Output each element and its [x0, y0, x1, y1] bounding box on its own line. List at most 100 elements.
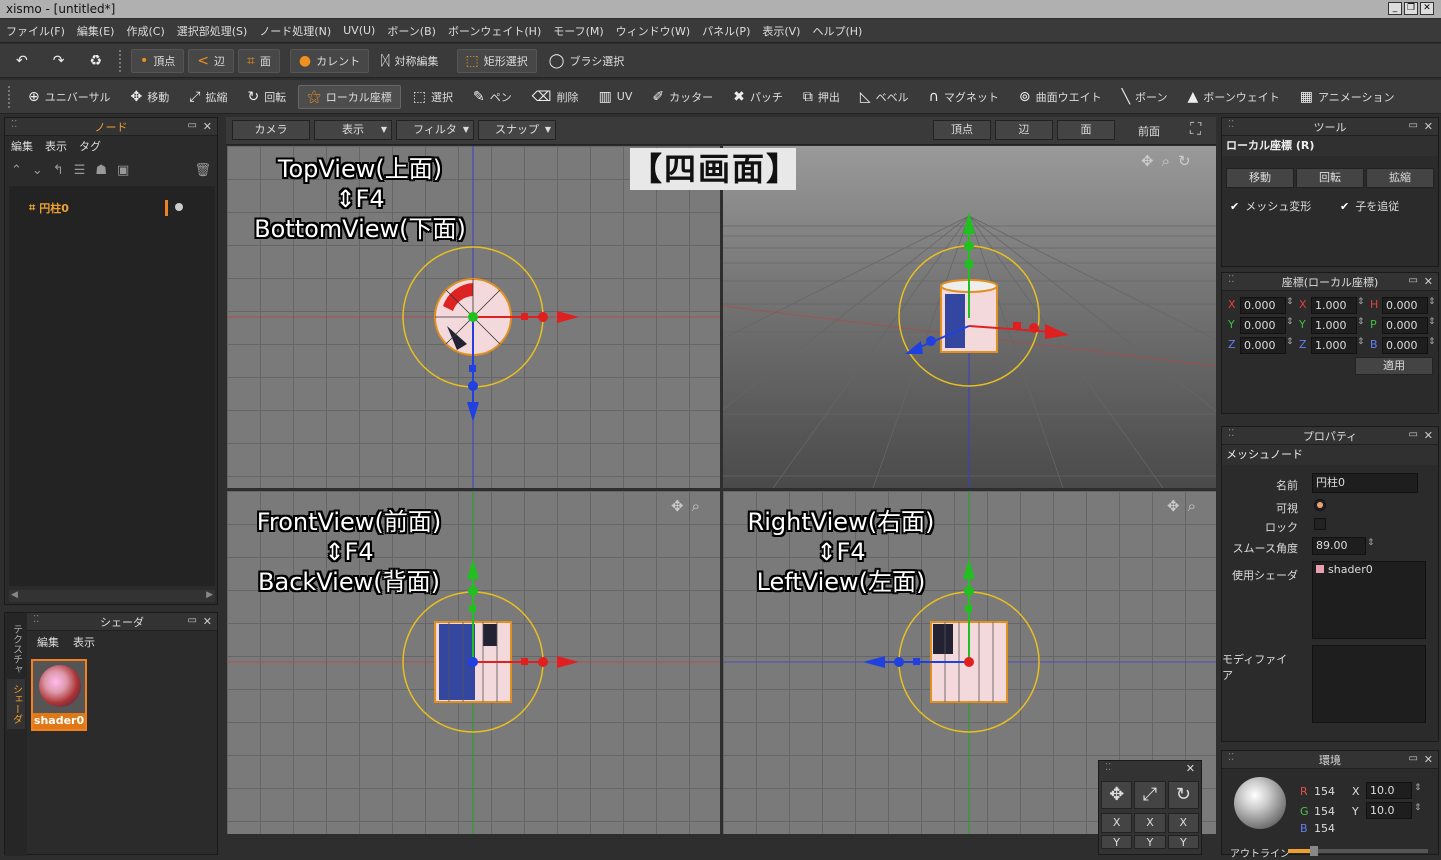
group-icon[interactable]: ☗ [95, 163, 107, 178]
tool-patch[interactable]: ✖ パッチ [725, 85, 791, 109]
node-menu-edit[interactable]: 編集 [11, 138, 33, 154]
close-icon[interactable]: ✕ [1186, 762, 1195, 775]
spinner-icon[interactable]: ⇕ [1286, 297, 1294, 307]
light-x-field[interactable]: 10.0 [1366, 782, 1412, 799]
minimize-icon[interactable]: ▭ [1409, 753, 1418, 764]
panel-grip-icon[interactable]: ⁚⁚ [1228, 274, 1234, 285]
visible-dot-icon[interactable] [175, 203, 183, 211]
menu-selection[interactable]: 選択部処理(S) [177, 23, 248, 39]
nav-axis-y[interactable]: Y [1101, 835, 1133, 849]
current-button[interactable]: ● カレント [289, 48, 370, 73]
spinner-icon[interactable]: ⇕ [1357, 317, 1365, 327]
menu-help[interactable]: ヘルプ(H) [812, 23, 862, 39]
pos-z-field[interactable]: 0.000 [1240, 337, 1286, 354]
shader-thumbnail[interactable]: shader0 [31, 659, 87, 731]
nav-axis-x[interactable]: X [1101, 813, 1133, 833]
minimize-icon[interactable]: ▭ [188, 120, 197, 131]
nav-rotate-button[interactable]: ↻ [1167, 781, 1199, 809]
rot-b-field[interactable]: 0.000 [1382, 337, 1428, 354]
tool-cutter[interactable]: ✐ カッター [644, 85, 721, 109]
spinner-icon[interactable]: ⇕ [1286, 317, 1294, 327]
node-menu-view[interactable]: 表示 [45, 138, 67, 154]
spinner-icon[interactable]: ⇕ [1428, 317, 1436, 327]
tool-bevel[interactable]: ◺ ベベル [852, 85, 917, 109]
scale-z-field[interactable]: 1.000 [1311, 337, 1357, 354]
menu-file[interactable]: ファイル(F) [6, 23, 65, 39]
rot-p-field[interactable]: 0.000 [1382, 317, 1428, 334]
panel-grip-icon[interactable]: ⁚⁚ [11, 119, 17, 130]
minimize-icon[interactable]: ▭ [188, 615, 197, 626]
camera-button[interactable]: カメラ [232, 120, 310, 140]
menu-panel[interactable]: パネル(P) [702, 23, 750, 39]
spinner-icon[interactable]: ⇕ [1286, 337, 1294, 347]
spinner-icon[interactable]: ⇕ [1414, 783, 1422, 793]
spinner-icon[interactable]: ⇕ [1414, 803, 1422, 813]
panel-grip-icon[interactable]: ⁚⁚ [1228, 752, 1234, 763]
close-button[interactable]: ✕ [1420, 2, 1434, 15]
nav-axis-y[interactable]: Y [1134, 835, 1166, 849]
nav-pan-button[interactable]: ✥ [1101, 781, 1133, 809]
used-shader-item[interactable]: shader0 [1328, 563, 1373, 576]
tool-bone-weight[interactable]: ▲ ボーンウェイト [1180, 85, 1288, 109]
spinner-icon[interactable]: ⇕ [1357, 297, 1365, 307]
pan-icon[interactable]: ✥ [1167, 497, 1188, 515]
green-value[interactable]: 154 [1314, 805, 1335, 818]
tool-scale-button[interactable]: 拡縮 [1366, 168, 1434, 188]
red-value[interactable]: 154 [1314, 785, 1335, 798]
close-icon[interactable]: ✕ [1424, 120, 1433, 133]
viewport-front[interactable]: FrontView(前面) ⇕F4 BackView(背面) ✥⌕ [227, 491, 720, 834]
tool-select[interactable]: ⬚ 選択 [405, 85, 461, 109]
close-icon[interactable]: ✕ [1424, 429, 1433, 442]
tab-shader[interactable]: シェーダ [7, 679, 25, 729]
minimize-button[interactable]: _ [1388, 2, 1402, 15]
hierarchy-icon[interactable]: ☰ [74, 163, 86, 178]
close-icon[interactable]: ✕ [1424, 753, 1433, 766]
shader-menu-edit[interactable]: 編集 [37, 634, 59, 650]
minimize-icon[interactable]: ▭ [1409, 429, 1418, 440]
tool-move-button[interactable]: 移動 [1226, 168, 1294, 188]
tool-magnet[interactable]: ∩ マグネット [921, 85, 1007, 109]
panel-grip-icon[interactable]: ⁚⁚ [1228, 428, 1234, 439]
brush-select-button[interactable]: ◯ ブラシ選択 [541, 49, 632, 73]
viewport-top[interactable]: TopView(上面) ⇕F4 BottomView(下面) [227, 146, 720, 488]
symmetry-button[interactable]: ᛞ 対称編集 [373, 49, 446, 73]
panel-grip-icon[interactable]: ⁚⁚ [1105, 762, 1111, 773]
quad-view-icon[interactable]: ⛶ [1190, 119, 1201, 139]
tool-rotate-button[interactable]: 回転 [1296, 168, 1364, 188]
tool-scale[interactable]: ⤢ 拡縮 [181, 85, 235, 109]
panel-grip-icon[interactable]: ⁚⁚ [33, 614, 39, 625]
toolbar-grip[interactable] [8, 85, 12, 108]
nav-axis-y[interactable]: Y [1167, 835, 1199, 849]
snap-dropdown[interactable]: スナップ ▼ [478, 120, 556, 140]
spinner-icon[interactable]: ⇕ [1428, 297, 1436, 307]
zoom-icon[interactable]: ⌕ [1162, 152, 1178, 170]
tool-move[interactable]: ✥ 移動 [123, 85, 178, 109]
display-dropdown[interactable]: 表示 ▼ [314, 120, 392, 140]
filter-dropdown[interactable]: フィルタ ▼ [396, 120, 474, 140]
tool-universal[interactable]: ⊕ ユニバーサル [20, 85, 119, 109]
tool-surface-weight[interactable]: ⊚ 曲面ウエイト [1011, 85, 1110, 109]
tool-rotate[interactable]: ↻ 回転 [239, 85, 294, 109]
tool-extrude[interactable]: ⧉ 押出 [795, 85, 848, 109]
tab-texture[interactable]: テクスチャ [7, 619, 25, 679]
shader-menu-view[interactable]: 表示 [73, 634, 95, 650]
menu-node[interactable]: ノード処理(N) [259, 23, 331, 39]
smooth-angle-field[interactable]: 89.00 [1312, 537, 1366, 555]
trash-icon[interactable]: 🗑 [194, 163, 211, 178]
close-icon[interactable]: ✕ [203, 120, 212, 133]
edge-filter-button[interactable]: 辺 [995, 120, 1053, 140]
vertex-mode-button[interactable]: • 頂点 [131, 48, 185, 73]
menu-view[interactable]: 表示(V) [762, 23, 800, 39]
outline-slider[interactable] [1288, 846, 1428, 856]
toolbar-grip[interactable] [119, 49, 123, 72]
rot-h-field[interactable]: 0.000 [1382, 297, 1428, 314]
down-icon[interactable]: ⌄ [32, 163, 43, 178]
redo-button[interactable]: ↷ [45, 49, 78, 73]
spinner-icon[interactable]: ⇕ [1367, 538, 1375, 548]
apply-button[interactable]: 適用 [1355, 357, 1433, 375]
menu-uv[interactable]: UV(U) [343, 24, 375, 37]
box-icon[interactable]: ▣ [117, 163, 129, 178]
node-menu-tag[interactable]: タグ [79, 138, 101, 154]
menu-bone[interactable]: ボーン(B) [387, 23, 436, 39]
restore-button[interactable]: ❐ [1404, 2, 1418, 15]
